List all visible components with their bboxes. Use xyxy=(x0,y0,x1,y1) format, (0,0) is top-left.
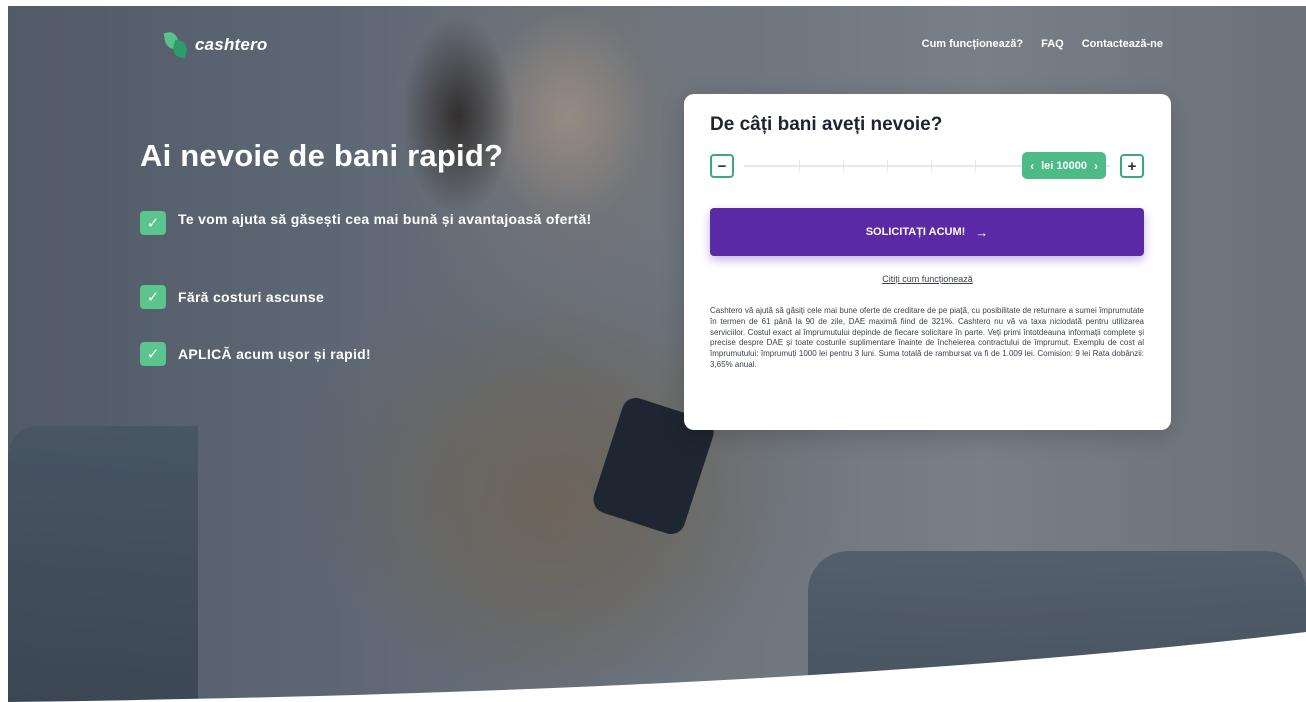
bottom-wave-divider xyxy=(8,632,1306,702)
benefit-item: ✓ APLICĂ acum ușor și rapid! xyxy=(140,342,371,366)
card-title: De câți bani aveți nevoie? xyxy=(710,114,943,135)
logo-leaf-icon xyxy=(163,30,189,60)
nav-link-faq[interactable]: FAQ xyxy=(1041,38,1064,50)
check-icon: ✓ xyxy=(140,211,166,235)
benefit-text: Te vom ajuta să găsești cea mai bună și … xyxy=(178,211,592,227)
check-icon: ✓ xyxy=(140,342,166,366)
slider-tick xyxy=(798,160,800,172)
amount-value: lei 10000 xyxy=(1041,159,1087,172)
top-nav: Cum funcționează? FAQ Contactează-ne xyxy=(922,38,1163,50)
slider-tick xyxy=(886,160,888,172)
disclaimer-text: Cashtero vă ajută să găsiți cele mai bun… xyxy=(710,306,1144,369)
slider-tick xyxy=(930,160,932,172)
slider-tick xyxy=(974,160,976,172)
loan-amount-card: De câți bani aveți nevoie? − ‹ lei 10000… xyxy=(684,94,1171,430)
slider-tick xyxy=(842,160,844,172)
increase-amount-button[interactable]: + xyxy=(1120,154,1144,178)
decrease-amount-button[interactable]: − xyxy=(710,154,734,178)
benefit-item: ✓ Fără costuri ascunse xyxy=(140,285,324,309)
logo-text: cashtero xyxy=(195,35,268,54)
amount-slider[interactable]: − ‹ lei 10000 › + xyxy=(710,152,1144,180)
nav-link-contact[interactable]: Contactează-ne xyxy=(1082,38,1163,50)
apply-now-label: SOLICITAȚI ACUM! xyxy=(865,226,966,238)
apply-now-button[interactable]: SOLICITAȚI ACUM! → xyxy=(710,208,1144,256)
benefit-item: ✓ Te vom ajuta să găsești cea mai bună ș… xyxy=(140,211,592,235)
chevron-left-icon: ‹ xyxy=(1030,158,1035,173)
how-it-works-link[interactable]: Citiți cum funcționează xyxy=(684,274,1171,284)
chevron-right-icon: › xyxy=(1094,158,1098,173)
nav-link-how-it-works[interactable]: Cum funcționează? xyxy=(922,38,1023,50)
slider-handle-amount[interactable]: ‹ lei 10000 › xyxy=(1022,152,1106,179)
hero-headline: Ai nevoie de bani rapid? xyxy=(140,138,504,173)
logo[interactable]: cashtero xyxy=(163,30,267,60)
benefit-text: APLICĂ acum ușor și rapid! xyxy=(178,346,371,362)
arrow-right-icon: → xyxy=(975,224,989,240)
benefit-text: Fără costuri ascunse xyxy=(178,289,325,305)
check-icon: ✓ xyxy=(140,285,166,309)
